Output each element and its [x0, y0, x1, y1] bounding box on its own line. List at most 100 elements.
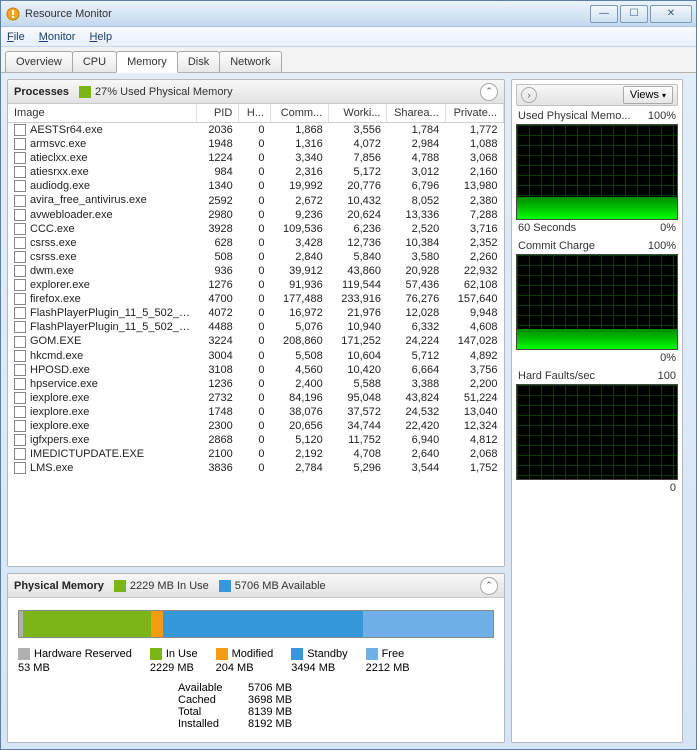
col-pid[interactable]: PID: [196, 104, 238, 123]
close-button[interactable]: ✕: [650, 5, 692, 23]
cell-pid: 4488: [196, 320, 238, 334]
cell-private: 1,752: [445, 461, 503, 475]
checkbox[interactable]: [14, 209, 26, 221]
checkbox[interactable]: [14, 307, 26, 319]
table-row[interactable]: dwm.exe936039,91243,86020,92822,932: [8, 264, 504, 278]
checkbox[interactable]: [14, 223, 26, 235]
table-row[interactable]: csrss.exe62803,42812,73610,3842,352: [8, 236, 504, 250]
cell-image: LMS.exe: [8, 461, 196, 475]
table-row[interactable]: AESTSr64.exe203601,8683,5561,7841,772: [8, 123, 504, 138]
processes-table-scroll[interactable]: Image PID H... Comm... Worki... Sharea..…: [8, 104, 504, 566]
cell-private: 2,380: [445, 193, 503, 207]
table-row[interactable]: atieclxx.exe122403,3407,8564,7883,068: [8, 151, 504, 165]
table-row[interactable]: LMS.exe383602,7845,2963,5441,752: [8, 461, 504, 475]
tab-disk[interactable]: Disk: [177, 51, 220, 72]
checkbox[interactable]: [14, 406, 26, 418]
table-row[interactable]: avwebloader.exe298009,23620,62413,3367,2…: [8, 208, 504, 222]
cell-h: 0: [239, 278, 271, 292]
cell-working: 4,708: [329, 447, 387, 461]
col-shareable[interactable]: Sharea...: [387, 104, 445, 123]
table-row[interactable]: iexplore.exe1748038,07637,57224,53213,04…: [8, 405, 504, 419]
menu-help[interactable]: Help: [89, 31, 112, 43]
table-row[interactable]: iexplore.exe2732084,19695,04843,82451,22…: [8, 391, 504, 405]
table-row[interactable]: armsvc.exe194801,3164,0722,9841,088: [8, 137, 504, 151]
checkbox[interactable]: [14, 321, 26, 333]
legend-standby-val: 3494 MB: [291, 662, 335, 674]
checkbox[interactable]: [14, 448, 26, 460]
checkbox[interactable]: [14, 350, 26, 362]
collapse-icon[interactable]: ⌃: [480, 83, 498, 101]
table-row[interactable]: FlashPlayerPlugin_11_5_502_149.exe407201…: [8, 306, 504, 320]
checkbox[interactable]: [14, 180, 26, 192]
checkbox[interactable]: [14, 265, 26, 277]
cell-private: 2,260: [445, 250, 503, 264]
checkbox[interactable]: [14, 420, 26, 432]
checkbox[interactable]: [14, 364, 26, 376]
table-row[interactable]: igfxpers.exe286805,12011,7526,9404,812: [8, 433, 504, 447]
checkbox[interactable]: [14, 166, 26, 178]
checkbox[interactable]: [14, 434, 26, 446]
table-row[interactable]: audiodg.exe1340019,99220,7766,79613,980: [8, 179, 504, 193]
minimize-button[interactable]: —: [590, 5, 618, 23]
physical-header[interactable]: Physical Memory 2229 MB In Use 5706 MB A…: [8, 574, 504, 598]
table-row[interactable]: firefox.exe47000177,488233,91676,276157,…: [8, 292, 504, 306]
col-working[interactable]: Worki...: [329, 104, 387, 123]
table-row[interactable]: hpservice.exe123602,4005,5883,3882,200: [8, 377, 504, 391]
checkbox[interactable]: [14, 152, 26, 164]
col-commit[interactable]: Comm...: [271, 104, 329, 123]
maximize-button[interactable]: ☐: [620, 5, 648, 23]
cell-h: 0: [239, 306, 271, 320]
cell-commit: 19,992: [271, 179, 329, 193]
table-row[interactable]: FlashPlayerPlugin_11_5_502_149.exe448805…: [8, 320, 504, 334]
cell-private: 4,812: [445, 433, 503, 447]
collapse-icon[interactable]: ⌃: [480, 577, 498, 595]
cell-pid: 1340: [196, 179, 238, 193]
chart-title-text: Used Physical Memo...: [518, 110, 630, 122]
table-row[interactable]: GOM.EXE32240208,860171,25224,224147,028: [8, 334, 504, 348]
cell-share: 10,384: [387, 236, 445, 250]
charts-sidebar: › Views Used Physical Memo...100% 60 Sec…: [511, 79, 683, 743]
views-button[interactable]: Views: [623, 86, 673, 104]
table-row[interactable]: CCC.exe39280109,5366,2362,5203,716: [8, 222, 504, 236]
checkbox[interactable]: [14, 237, 26, 249]
checkbox[interactable]: [14, 138, 26, 150]
charts-header: › Views: [516, 84, 678, 106]
cell-commit: 16,972: [271, 306, 329, 320]
tab-overview[interactable]: Overview: [5, 51, 73, 72]
checkbox[interactable]: [14, 293, 26, 305]
expand-icon[interactable]: ›: [521, 87, 537, 103]
cell-working: 7,856: [329, 151, 387, 165]
col-private[interactable]: Private...: [445, 104, 503, 123]
cell-commit: 4,560: [271, 363, 329, 377]
cell-pid: 2980: [196, 208, 238, 222]
table-row[interactable]: atiesrxx.exe98402,3165,1723,0122,160: [8, 165, 504, 179]
checkbox[interactable]: [14, 124, 26, 136]
tab-cpu[interactable]: CPU: [72, 51, 117, 72]
cell-commit: 5,120: [271, 433, 329, 447]
checkbox[interactable]: [14, 378, 26, 390]
table-row[interactable]: iexplore.exe2300020,65634,74422,42012,32…: [8, 419, 504, 433]
table-row[interactable]: explorer.exe1276091,936119,54457,43662,1…: [8, 278, 504, 292]
checkbox[interactable]: [14, 336, 26, 348]
checkbox[interactable]: [14, 462, 26, 474]
col-image[interactable]: Image: [8, 104, 196, 123]
cell-working: 20,776: [329, 179, 387, 193]
table-row[interactable]: hkcmd.exe300405,50810,6045,7124,892: [8, 349, 504, 363]
checkbox[interactable]: [14, 279, 26, 291]
menu-monitor[interactable]: Monitor: [39, 31, 76, 43]
table-row[interactable]: avira_free_antivirus.exe259202,67210,432…: [8, 193, 504, 207]
processes-header[interactable]: Processes 27% Used Physical Memory ⌃: [8, 80, 504, 104]
col-h[interactable]: H...: [239, 104, 271, 123]
table-row[interactable]: IMEDICTUPDATE.EXE210002,1924,7082,6402,0…: [8, 447, 504, 461]
table-row[interactable]: HPOSD.exe310804,56010,4206,6643,756: [8, 363, 504, 377]
checkbox[interactable]: [14, 251, 26, 263]
tab-memory[interactable]: Memory: [116, 51, 178, 73]
tab-network[interactable]: Network: [219, 51, 281, 72]
checkbox[interactable]: [14, 392, 26, 404]
cell-private: 13,980: [445, 179, 503, 193]
checkbox[interactable]: [14, 195, 26, 207]
table-row[interactable]: csrss.exe50802,8405,8403,5802,260: [8, 250, 504, 264]
titlebar[interactable]: Resource Monitor — ☐ ✕: [1, 1, 696, 27]
cell-share: 20,928: [387, 264, 445, 278]
menu-file[interactable]: File: [7, 31, 25, 43]
